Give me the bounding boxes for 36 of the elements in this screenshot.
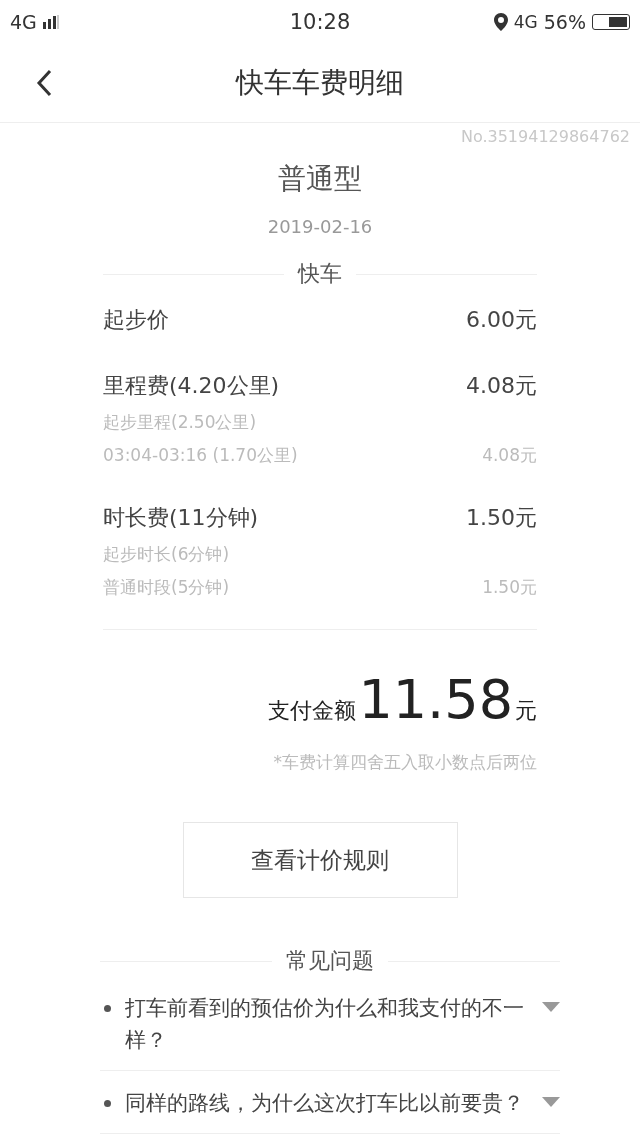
currency-unit: 元 (515, 697, 537, 725)
back-icon[interactable] (36, 69, 52, 97)
page-title: 快车车费明细 (236, 65, 404, 101)
signal-icon (42, 15, 59, 29)
fee-name: 时长费(11分钟) (103, 504, 259, 532)
caret-icon[interactable] (542, 1002, 560, 1012)
car-type: 普通型 (277, 161, 363, 197)
fee-detail: 03:04-03:16 (1.70公里) (103, 444, 298, 467)
location-icon (493, 13, 508, 31)
section-title: 快车 (298, 260, 342, 288)
battery-percent: 56% (543, 11, 586, 33)
total-label: 支付金额 (268, 697, 357, 725)
faq-question[interactable]: 同样的路线，为什么这次打车比以前要贵？ (125, 1087, 528, 1119)
detail-amount: 1.50元 (482, 576, 537, 599)
fee-detail: 普通时段(5分钟) (103, 576, 230, 599)
caret-icon[interactable] (542, 1097, 560, 1107)
trip-date: 2019-02-16 (266, 216, 374, 237)
fee-name: 起步价 (103, 306, 169, 334)
rounding-note: *车费计算四舍五入取小数点后两位 (272, 751, 537, 774)
clock: 10:28 (289, 10, 351, 34)
faq-title: 常见问题 (286, 947, 374, 975)
fee-amount: 6.00元 (466, 306, 537, 334)
fee-detail: 起步时长(6分钟) (103, 543, 230, 566)
fee-detail: 起步里程(2.50公里) (103, 411, 257, 434)
bullet-icon (104, 1005, 111, 1012)
detail-amount: 4.08元 (482, 444, 537, 467)
total-amount: 11.58 (358, 668, 513, 731)
bullet-icon (104, 1100, 111, 1107)
data-label: 4G (513, 12, 538, 32)
pricing-rules-button[interactable]: 查看计价规则 (182, 822, 458, 898)
faq-question[interactable]: 打车前看到的预估价为什么和我支付的不一样？ (125, 992, 528, 1056)
fee-amount: 4.08元 (466, 372, 537, 400)
fee-amount: 1.50元 (466, 504, 537, 532)
network-label: 4G (10, 11, 37, 33)
battery-icon (592, 14, 630, 30)
fee-name: 里程费(4.20公里) (103, 372, 280, 400)
